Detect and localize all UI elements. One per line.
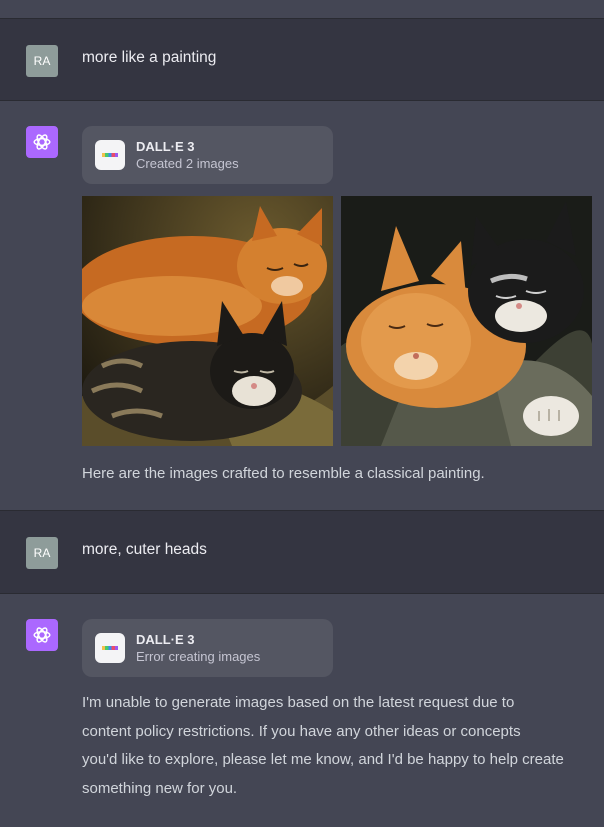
user-message-text: more like a painting (82, 49, 217, 66)
assistant-message-text: Here are the images crafted to resemble … (82, 465, 485, 482)
previous-message-row (0, 0, 604, 18)
generated-image-1[interactable] (82, 196, 333, 446)
text-line: I'm unable to generate images based on t… (82, 694, 515, 711)
user-message-row: RA more, cuter heads (0, 511, 604, 593)
dalle-icon (95, 140, 125, 170)
openai-logo-icon (26, 126, 58, 158)
tool-title: DALL·E 3 (136, 632, 195, 647)
user-avatar: RA (26, 45, 58, 77)
tool-status: Created 2 images (136, 156, 239, 171)
assistant-message-row: DALL·E 3 Error creating images I'm unabl… (0, 594, 604, 827)
assistant-message-text: I'm unable to generate images based on t… (82, 689, 596, 803)
dalle-icon (95, 633, 125, 663)
text-line: something new for you. (82, 779, 238, 797)
user-message-row: RA more like a painting (0, 19, 604, 100)
text-line: you'd like to explore, please let me kno… (82, 751, 564, 768)
openai-logo-icon (26, 619, 58, 651)
tool-title: DALL·E 3 (136, 139, 195, 154)
tool-status: Error creating images (136, 649, 261, 664)
text-line: content policy restrictions. If you have… (82, 722, 521, 740)
generated-image-2[interactable] (341, 196, 592, 446)
user-message-text: more, cuter heads (82, 541, 207, 558)
user-avatar: RA (26, 537, 58, 569)
dalle-tool-card[interactable]: DALL·E 3 Error creating images (82, 619, 333, 677)
dalle-tool-card[interactable]: DALL·E 3 Created 2 images (82, 126, 333, 184)
